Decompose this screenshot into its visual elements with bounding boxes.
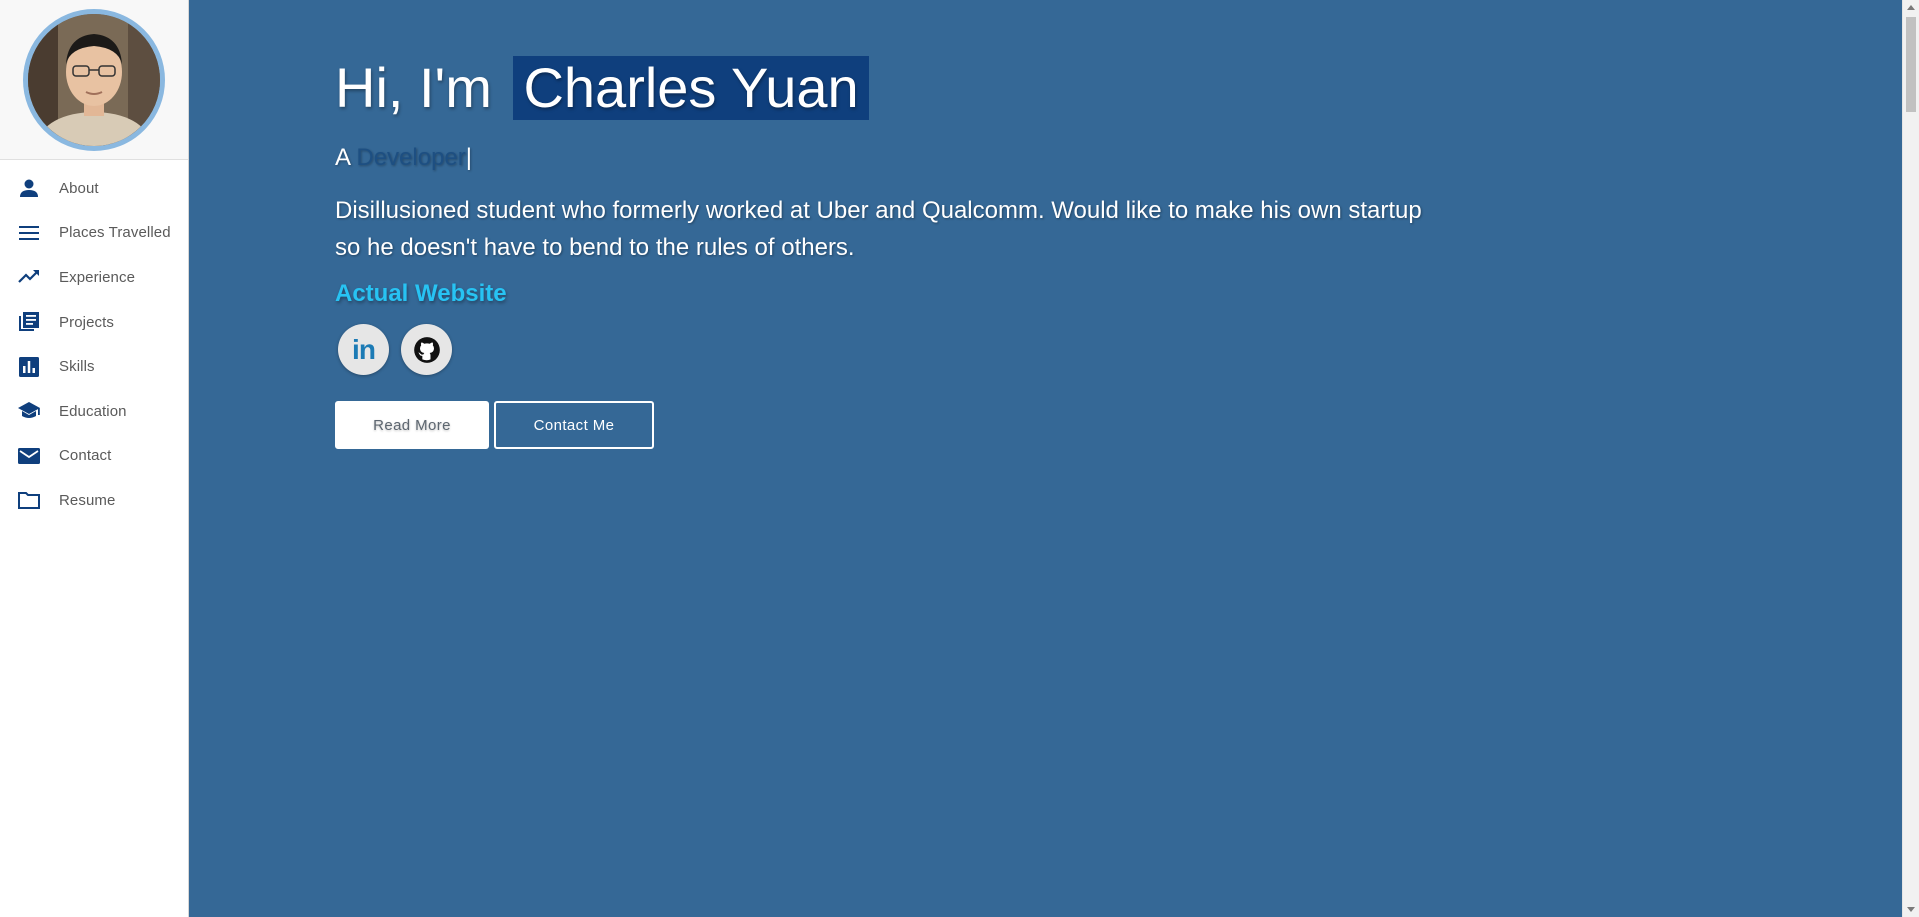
sidebar-item-resume[interactable]: Resume	[0, 478, 188, 523]
library-books-icon	[15, 308, 43, 336]
scroll-down-arrow-icon[interactable]	[1907, 907, 1915, 912]
menu-lines-icon	[15, 219, 43, 247]
linkedin-icon: in	[352, 333, 376, 365]
avatar-container	[0, 0, 188, 160]
sidebar-item-education[interactable]: Education	[0, 389, 188, 434]
github-icon	[413, 336, 440, 363]
bar-chart-icon	[15, 353, 43, 381]
main-content: Hi, I'm Charles Yuan A Developer| Disill…	[189, 0, 1902, 917]
page-title: Hi, I'm Charles Yuan	[335, 56, 1485, 120]
sidebar-item-places-travelled[interactable]: Places Travelled	[0, 211, 188, 256]
sidebar-item-experience[interactable]: Experience	[0, 255, 188, 300]
sidebar-nav: About Places Travelled Experience Projec…	[0, 160, 188, 523]
sidebar: About Places Travelled Experience Projec…	[0, 0, 189, 917]
folder-icon	[15, 486, 43, 514]
sidebar-item-label: Projects	[59, 313, 114, 331]
sidebar-item-label: Contact	[59, 447, 112, 465]
typed-cursor: |	[465, 144, 472, 171]
scrollbar-thumb[interactable]	[1906, 17, 1916, 112]
actual-website-link[interactable]: Actual Website	[335, 280, 507, 308]
typed-role: Developer	[356, 144, 466, 171]
sidebar-item-label: Education	[59, 402, 127, 420]
social-links: in	[335, 324, 1485, 375]
sidebar-item-label: Experience	[59, 268, 136, 286]
sidebar-item-label: Resume	[59, 491, 116, 509]
name-highlight: Charles Yuan	[513, 56, 869, 120]
sidebar-item-skills[interactable]: Skills	[0, 344, 188, 389]
sidebar-item-about[interactable]: About	[0, 166, 188, 211]
linkedin-button[interactable]: in	[338, 324, 389, 375]
sidebar-item-projects[interactable]: Projects	[0, 300, 188, 345]
sidebar-item-label: Places Travelled	[59, 224, 171, 242]
hero-section: Hi, I'm Charles Yuan A Developer| Disill…	[335, 56, 1485, 449]
greeting-prefix: Hi, I'm	[335, 56, 492, 119]
sidebar-item-contact[interactable]: Contact	[0, 434, 188, 479]
person-icon	[15, 174, 43, 202]
sidebar-item-label: Skills	[59, 358, 95, 376]
avatar	[23, 8, 165, 151]
scroll-up-arrow-icon[interactable]	[1907, 5, 1915, 10]
avatar-portrait-icon	[28, 13, 160, 146]
page-scrollbar[interactable]	[1902, 0, 1919, 917]
trending-up-icon	[15, 263, 43, 291]
github-button[interactable]	[401, 324, 452, 375]
bio-text: Disillusioned student who formerly worke…	[335, 197, 1422, 261]
school-icon	[15, 397, 43, 425]
app-root: About Places Travelled Experience Projec…	[0, 0, 1919, 917]
typed-prefix: A	[335, 144, 350, 171]
read-more-button[interactable]: Read More	[335, 401, 489, 449]
typed-role-line: A Developer|	[335, 144, 1485, 172]
contact-me-button[interactable]: Contact Me	[494, 401, 654, 449]
cta-buttons: Read More Contact Me	[335, 401, 1485, 449]
sidebar-item-label: About	[59, 179, 99, 197]
mail-icon	[15, 442, 43, 470]
